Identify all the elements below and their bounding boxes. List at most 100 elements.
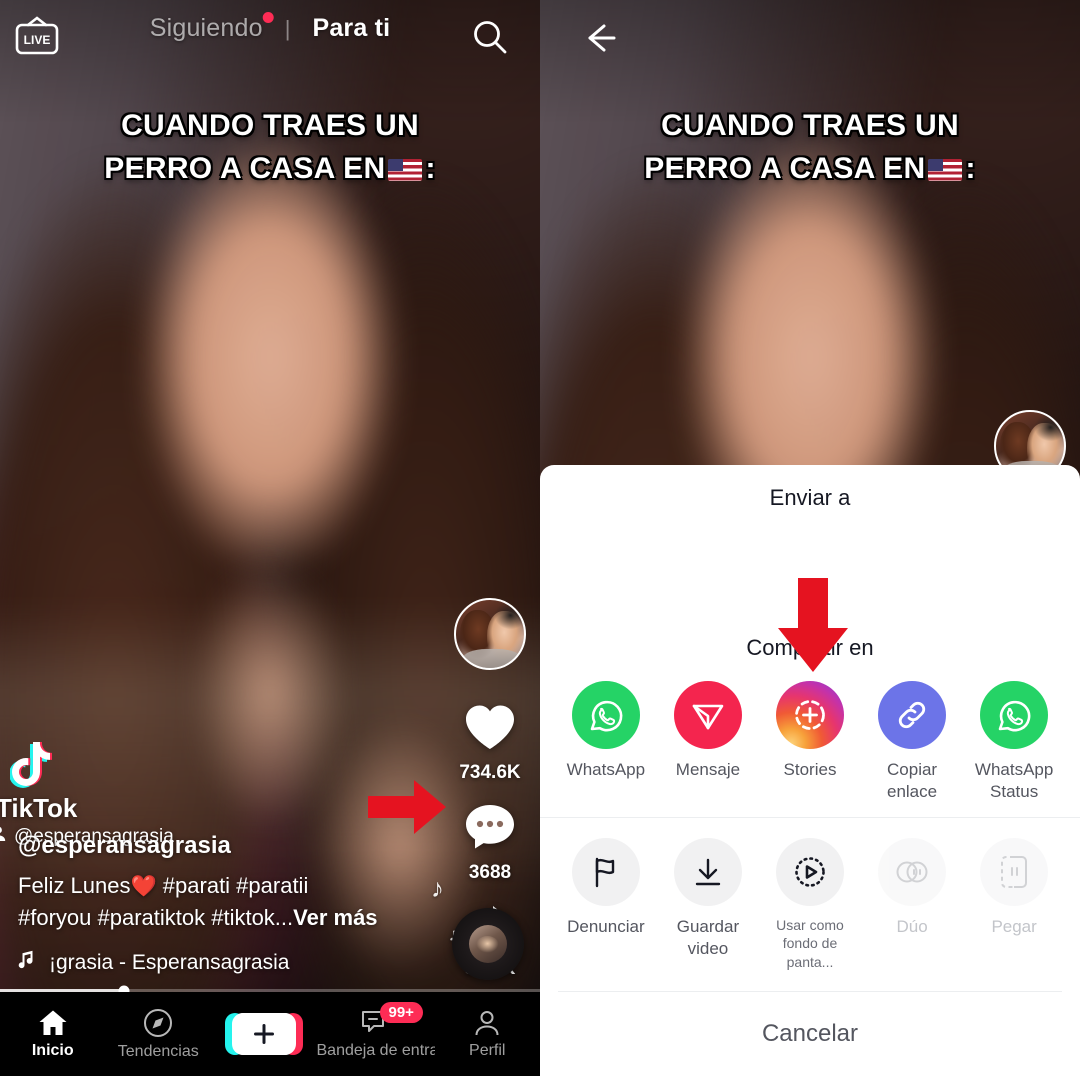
caption-more-link[interactable]: Ver más: [293, 905, 377, 930]
us-flag-icon: [388, 158, 423, 181]
share-target-copiar-enlace[interactable]: Copiar enlace: [864, 681, 960, 803]
cancel-zone: Cancelar: [540, 992, 1080, 1076]
new-content-dot: [262, 12, 274, 23]
comment-icon: [464, 802, 516, 857]
caption-music-row[interactable]: ¡grasia - Esperansagrasia: [18, 949, 418, 976]
video-overlay-text: CUANDO TRAES UN PERRO A CASA EN:: [0, 105, 540, 190]
like-button[interactable]: 734.6K: [459, 702, 521, 784]
screenshot-root: LIVE Siguiendo | Para ti CUANDO TRAES UN…: [0, 0, 1080, 1076]
tab-inicio-label: Inicio: [31, 1041, 74, 1059]
heart-icon: [463, 702, 517, 757]
overlay-line-2-colon-right: :: [965, 151, 976, 185]
tab-siguiendo[interactable]: Siguiendo: [149, 12, 274, 43]
right-phone-panel: CUANDO TRAES UN PERRO A CASA EN: Enviar …: [540, 0, 1080, 1076]
tab-siguiendo-label: Siguiendo: [149, 14, 263, 42]
share-action-pegar: Pegar: [966, 838, 1062, 938]
inbox-badge: 99+: [379, 1002, 423, 1024]
share-action-denunciar-label: Denunciar: [567, 917, 645, 937]
whatsapp-status-icon: [980, 681, 1049, 749]
share-action-denunciar[interactable]: Denunciar: [558, 838, 654, 938]
share-target-whatsapp-label: WhatsApp: [566, 760, 646, 779]
live-button[interactable]: LIVE: [14, 16, 60, 58]
tab-para-ti-label: Para ti: [312, 14, 391, 42]
back-arrow-icon: [576, 18, 620, 58]
overlay-line-2-text-right: PERRO A CASA EN: [644, 151, 926, 185]
share-action-duo: Dúo: [864, 838, 960, 938]
comment-count: 3688: [468, 862, 512, 883]
tiktok-note-icon: [4, 739, 174, 791]
create-button[interactable]: [224, 1013, 303, 1055]
search-button[interactable]: [470, 17, 510, 57]
avatar-hair: [488, 602, 524, 634]
duet-icon: [878, 838, 947, 907]
tab-inicio[interactable]: Inicio: [0, 992, 106, 1076]
tab-create[interactable]: [211, 992, 317, 1076]
left-phone-panel: LIVE Siguiendo | Para ti CUANDO TRAES UN…: [0, 0, 540, 1076]
share-sheet: Enviar a Compartir en WhatsApp: [540, 465, 1080, 1076]
instagram-stories-icon: [776, 681, 844, 749]
overlay-line-2-right: PERRO A CASA EN:: [566, 148, 1054, 191]
share-targets-row: WhatsApp Mensaje Stories Copiar enlace W…: [540, 681, 1080, 817]
link-icon: [878, 681, 947, 749]
share-target-whatsapp-status[interactable]: WhatsApp Status: [966, 681, 1062, 803]
tab-perfil[interactable]: Perfil: [435, 992, 541, 1076]
caption-hashtags-1[interactable]: #parati #paratii: [163, 873, 309, 898]
annotation-arrow-to-share-options: [770, 578, 856, 672]
comment-button[interactable]: 3688: [464, 802, 516, 884]
avatar: [454, 598, 526, 670]
live-icon: LIVE: [14, 16, 60, 58]
tab-para-ti[interactable]: Para ti: [312, 14, 390, 43]
wallpaper-play-icon: [776, 838, 844, 907]
compass-icon: [143, 1008, 173, 1038]
share-action-duo-label: Dúo: [896, 917, 928, 937]
plus-create-icon: [231, 1013, 296, 1055]
caption-text-pre: Feliz Lunes: [18, 872, 131, 898]
caption-username[interactable]: @esperansagrasia: [18, 832, 418, 860]
overlay-line-2: PERRO A CASA EN:: [26, 148, 514, 191]
search-icon: [470, 17, 510, 57]
feed-tabs: Siguiendo | Para ti: [149, 12, 391, 43]
svg-text:LIVE: LIVE: [24, 33, 51, 47]
share-action-guardar-video-label: Guardar video: [676, 917, 740, 959]
share-sheet-title: Enviar a: [769, 485, 851, 510]
music-disc-artwork: [469, 925, 507, 963]
share-actions-row: Denunciar Guardar video Usar como fondo …: [540, 817, 1080, 985]
share-target-mensaje[interactable]: Mensaje: [660, 681, 756, 781]
caption-text: Feliz Lunes❤️ #parati #paratii #foryou #…: [18, 870, 418, 933]
back-button[interactable]: [576, 18, 620, 58]
tab-tendencias-label: Tendencias: [117, 1042, 199, 1060]
heart-emoji: ❤️: [130, 874, 157, 898]
person-icon: [473, 1009, 501, 1037]
avatar-body: [462, 648, 522, 668]
person-small-icon: [0, 825, 7, 848]
music-disc-button[interactable]: [452, 908, 524, 980]
tab-tendencias[interactable]: Tendencias: [106, 992, 212, 1076]
author-avatar-button[interactable]: [454, 598, 526, 670]
tab-bandeja-de-entrada[interactable]: 99+ Bandeja de entrada: [317, 992, 435, 1076]
tab-separator: |: [284, 15, 291, 41]
direct-message-icon: [673, 681, 742, 749]
caption-hashtags-2[interactable]: #foryou #paratiktok #tiktok...: [18, 905, 293, 930]
video-caption-block: @esperansagrasia Feliz Lunes❤️ #parati #…: [18, 832, 418, 976]
share-target-mensaje-label: Mensaje: [675, 760, 741, 779]
tab-bandeja-label: Bandeja de entrada: [316, 1041, 435, 1059]
share-action-usar-como-fondo[interactable]: Usar como fondo de panta...: [762, 838, 858, 971]
cancel-button[interactable]: Cancelar: [762, 1020, 858, 1048]
avatar-hair-right: [1028, 414, 1064, 446]
share-action-usar-como-fondo-label: Usar como fondo de panta...: [776, 917, 844, 970]
watermark-brand: TikTok: [0, 793, 78, 823]
annotation-arrow-to-share-button: [368, 778, 446, 836]
share-target-whatsapp-status-label: WhatsApp Status: [974, 760, 1054, 802]
whatsapp-icon: [571, 681, 640, 749]
music-title: ¡grasia - Esperansagrasia: [49, 950, 290, 974]
share-target-whatsapp[interactable]: WhatsApp: [558, 681, 654, 781]
music-note-icon: [18, 949, 37, 976]
share-target-copiar-enlace-label: Copiar enlace: [887, 760, 938, 802]
music-note-floating-1: ♪: [431, 873, 444, 903]
share-target-stories-label: Stories: [783, 760, 837, 779]
video-overlay-text-right: CUANDO TRAES UN PERRO A CASA EN:: [540, 105, 1080, 190]
us-flag-icon-right: [928, 158, 963, 181]
share-target-stories[interactable]: Stories: [762, 681, 858, 781]
tab-perfil-label: Perfil: [469, 1041, 506, 1059]
share-action-guardar-video[interactable]: Guardar video: [660, 838, 756, 960]
